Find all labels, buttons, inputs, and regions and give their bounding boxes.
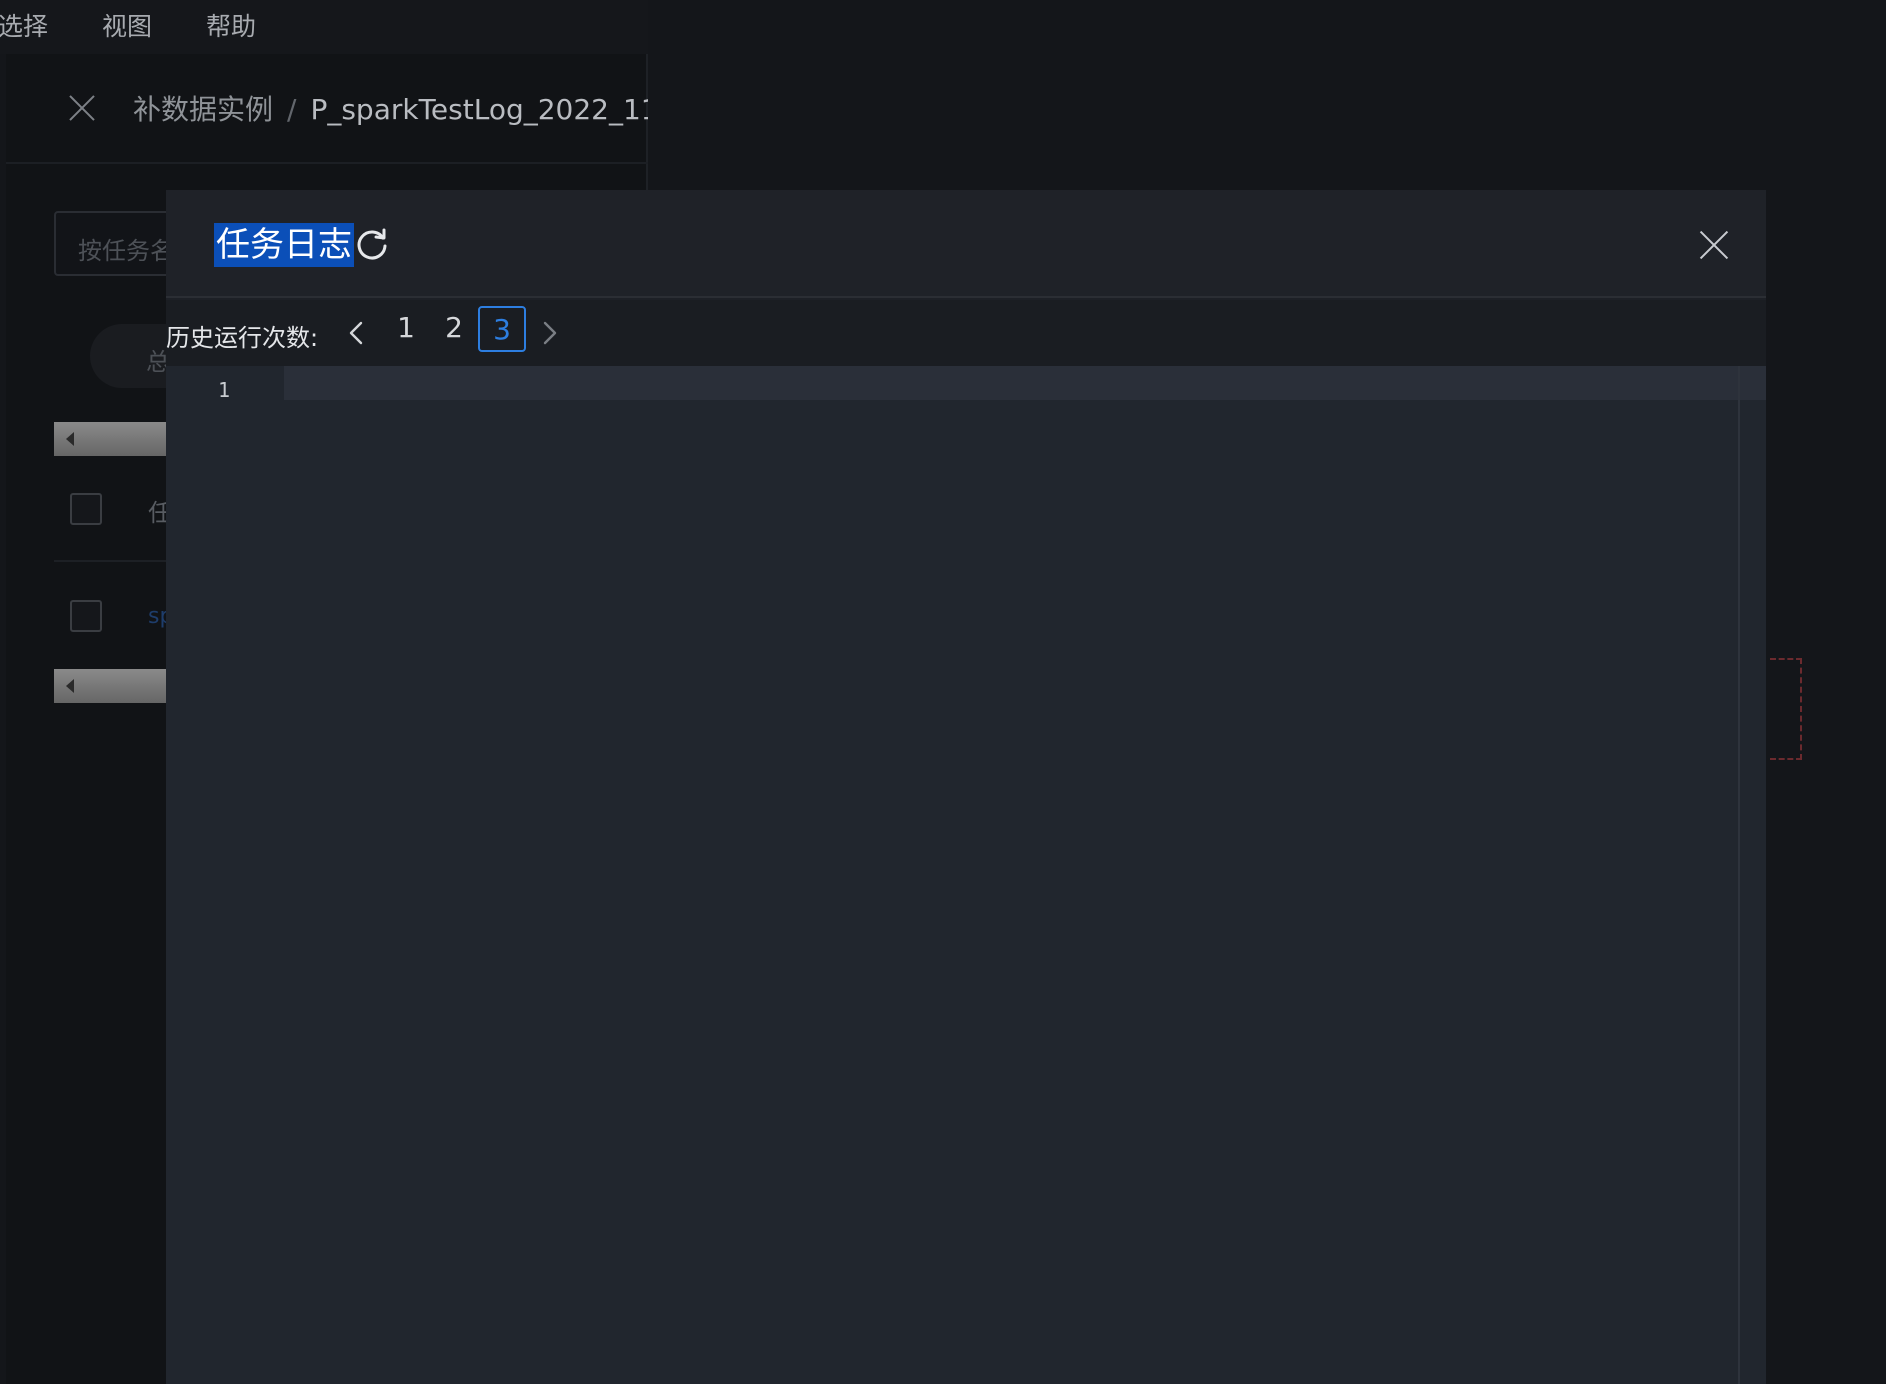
page-1-button[interactable]: 1 [382,306,430,352]
breadcrumb-separator: / [287,93,297,126]
menu-view[interactable]: 视图 [102,0,152,54]
table-scrollbar-bottom[interactable] [54,669,174,703]
page-3-button[interactable]: 3 [478,306,526,352]
page-2-button[interactable]: 2 [430,306,478,352]
menu-select[interactable]: 选择 [0,0,48,54]
scroll-left-icon[interactable] [66,432,74,446]
refresh-icon[interactable] [354,226,390,262]
table-divider [54,560,174,562]
table-scrollbar-top[interactable] [54,422,174,456]
history-runs-bar: 历史运行次数: 1 2 3 [166,300,1766,366]
scroll-left-icon[interactable] [66,679,74,693]
row-checkbox[interactable] [70,600,102,632]
close-icon[interactable] [1699,230,1729,260]
dashed-drop-zone [1770,658,1802,760]
background-close-icon[interactable] [68,94,96,122]
active-line[interactable] [284,366,1738,400]
modal-header: 任务日志 [166,190,1766,298]
select-all-checkbox[interactable] [70,493,102,525]
log-editor[interactable]: 1 [166,366,1766,1384]
task-log-modal: 任务日志 历史运行次数: 1 2 3 1 [166,190,1766,1384]
editor-scrollbar-thumb[interactable] [1740,366,1766,400]
menubar: 选择 视图 帮助 [0,0,648,54]
breadcrumb-parent[interactable]: 补数据实例 [133,93,273,126]
editor-scrollbar[interactable] [1738,366,1766,1384]
breadcrumb-current: P_sparkTestLog_2022_11_1 [310,93,648,126]
chevron-right-icon[interactable] [540,320,560,346]
editor-gutter: 1 [166,366,284,1384]
chevron-left-icon[interactable] [346,320,366,346]
breadcrumb: 补数据实例 / P_sparkTestLog_2022_11_1 [133,88,648,128]
menu-help[interactable]: 帮助 [206,0,256,54]
modal-title: 任务日志 [214,223,354,267]
history-runs-label: 历史运行次数: [166,324,319,352]
line-number: 1 [218,378,231,402]
